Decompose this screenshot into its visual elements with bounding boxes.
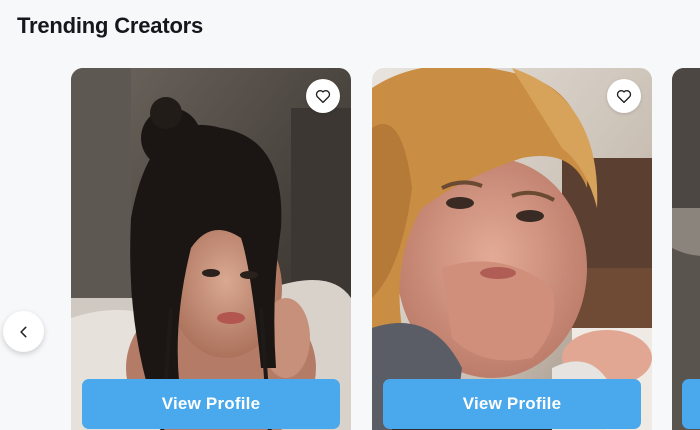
creator-photo bbox=[71, 68, 351, 430]
view-profile-button[interactable]: View Profile bbox=[383, 379, 641, 429]
creator-card[interactable]: View Profile bbox=[71, 68, 351, 430]
creator-card[interactable]: View Profile bbox=[372, 68, 652, 430]
view-profile-button[interactable]: View Profile bbox=[82, 379, 340, 429]
favorite-button[interactable] bbox=[607, 79, 641, 113]
creator-photo bbox=[372, 68, 652, 430]
heart-outline-icon bbox=[616, 90, 632, 104]
chevron-left-icon bbox=[19, 326, 27, 337]
trending-creators-section: Trending Creators View Profile View Prof… bbox=[0, 0, 700, 430]
view-profile-button[interactable] bbox=[682, 379, 700, 429]
favorite-button[interactable] bbox=[306, 79, 340, 113]
creator-photo bbox=[672, 68, 700, 430]
heart-outline-icon bbox=[315, 90, 331, 104]
creators-carousel: View Profile View Profile bbox=[0, 0, 700, 430]
carousel-prev-button[interactable] bbox=[3, 311, 44, 352]
creator-card[interactable] bbox=[672, 68, 700, 430]
